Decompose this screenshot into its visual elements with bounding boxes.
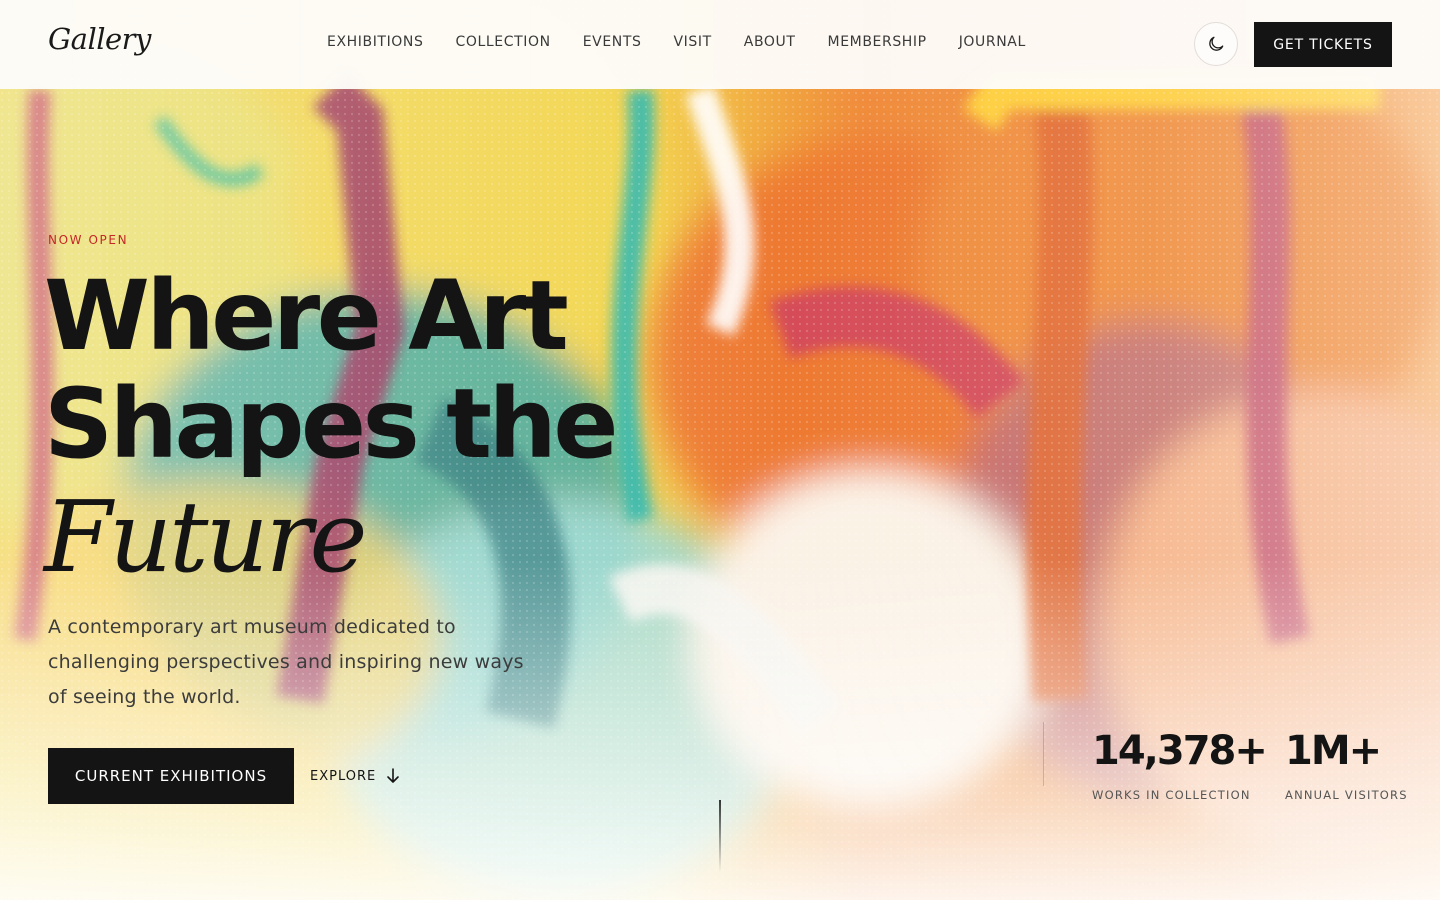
get-tickets-button[interactable]: GET TICKETS (1254, 22, 1392, 67)
scroll-indicator-line (719, 800, 721, 872)
stat-works: 14,378+ WORKS IN COLLECTION (1092, 728, 1268, 802)
stat-value: 1M+ (1285, 728, 1382, 774)
moon-icon (1209, 36, 1224, 51)
nav-item-membership[interactable]: MEMBERSHIP (828, 34, 927, 50)
hero-intro-text: A contemporary art museum dedicated to c… (48, 616, 524, 708)
hero-section: NOW OPEN Where Art Shapes the Future A c… (0, 0, 1440, 900)
headline-line-2: Shapes the (44, 368, 619, 480)
nav-item-exhibitions[interactable]: EXHIBITIONS (327, 34, 424, 50)
stat-label: WORKS IN COLLECTION (1092, 788, 1251, 802)
nav-item-visit[interactable]: VISIT (673, 34, 711, 50)
now-open-label: NOW OPEN (48, 233, 129, 247)
stat-label: ANNUAL VISITORS (1285, 788, 1408, 802)
arrow-down-icon (387, 768, 400, 783)
theme-toggle-button[interactable] (1194, 22, 1238, 66)
stat-visitors: 1M+ ANNUAL VISITORS (1285, 728, 1408, 802)
site-logo[interactable]: Gallery (48, 22, 151, 56)
hero-headline: Where Art Shapes the Future (44, 260, 619, 595)
stats-divider (1043, 722, 1044, 786)
site-header: Gallery EXHIBITIONS COLLECTION EVENTS VI… (0, 0, 1440, 89)
explore-label: EXPLORE (310, 768, 377, 784)
nav-item-journal[interactable]: JOURNAL (959, 34, 1026, 50)
current-exhibitions-button[interactable]: CURRENT EXHIBITIONS (48, 748, 294, 804)
stat-value: 14,378+ (1092, 728, 1268, 774)
headline-line-3: Future (44, 481, 367, 595)
explore-link[interactable]: EXPLORE (310, 764, 400, 788)
nav-item-events[interactable]: EVENTS (583, 34, 642, 50)
nav-item-about[interactable]: ABOUT (744, 34, 796, 50)
headline-line-1: Where Art (44, 260, 569, 372)
nav-item-collection[interactable]: COLLECTION (456, 34, 551, 50)
main-nav: EXHIBITIONS COLLECTION EVENTS VISIT ABOU… (327, 34, 1058, 50)
